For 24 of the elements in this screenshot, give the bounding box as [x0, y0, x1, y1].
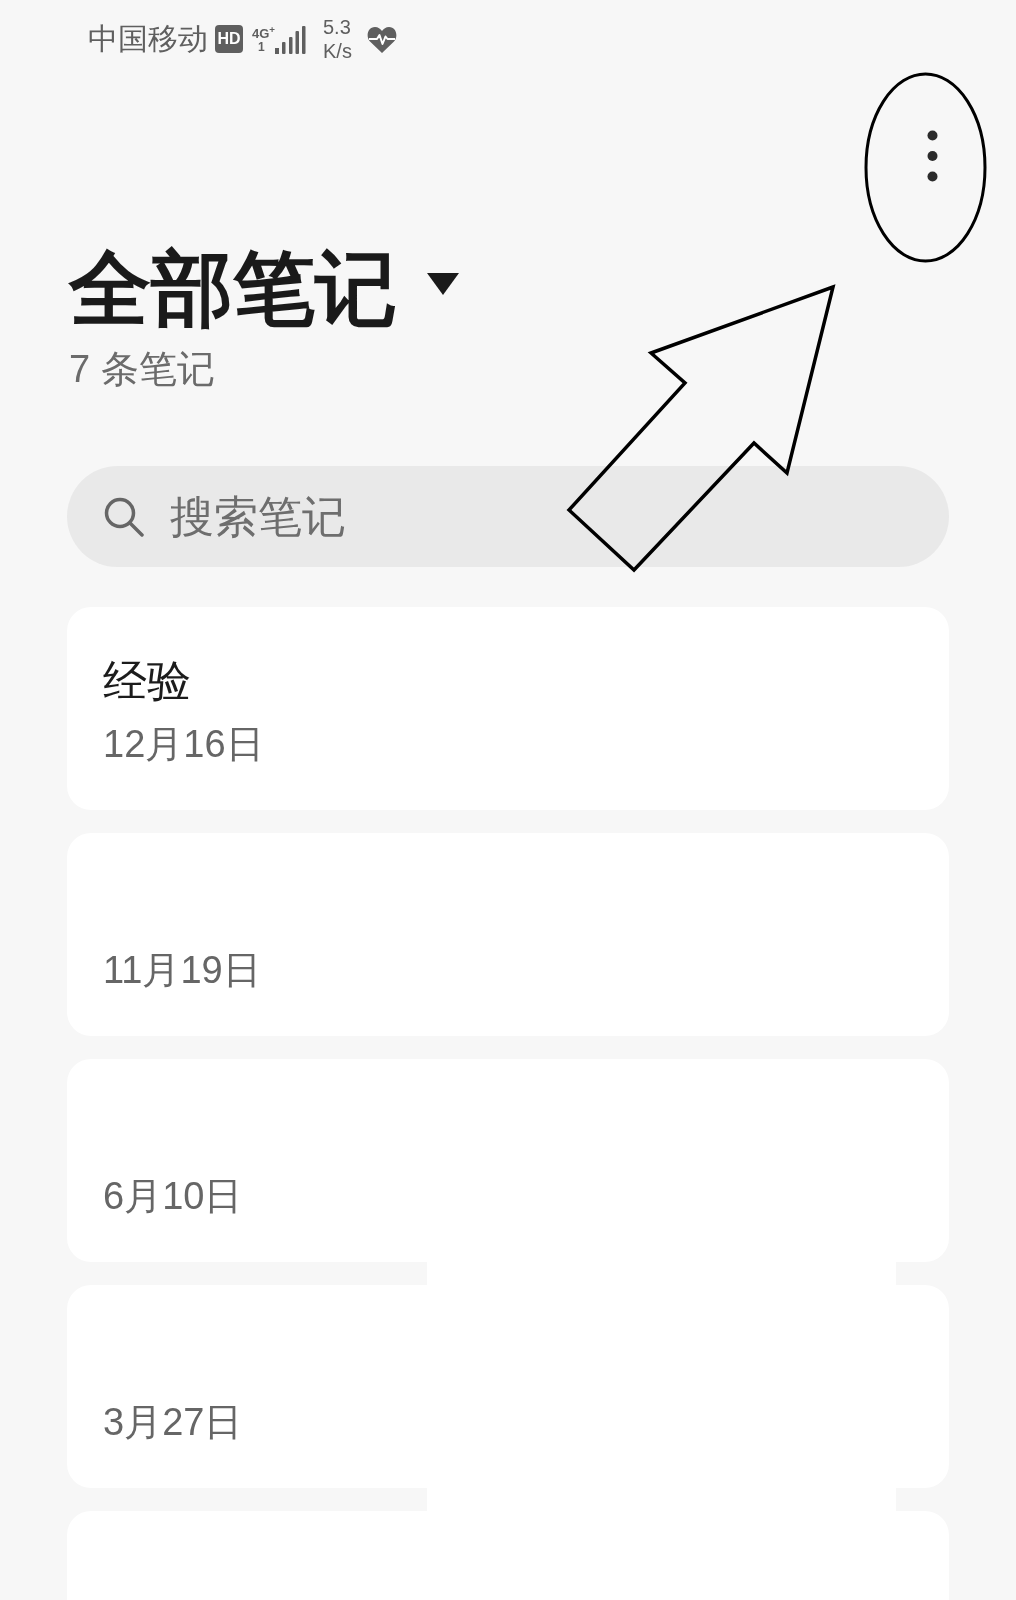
note-card[interactable]: 6月10日 — [67, 1059, 949, 1262]
hd-indicator: HD — [215, 25, 243, 53]
note-card[interactable]: 3月27日 — [67, 1285, 949, 1488]
note-date: 12月16日 — [103, 722, 264, 767]
note-date: 11月19日 — [103, 948, 261, 993]
note-card[interactable]: 经验 12月16日 — [67, 607, 949, 810]
note-card[interactable]: 11月19日 — [67, 833, 949, 1036]
note-date: 6月10日 — [103, 1174, 243, 1219]
more-icon — [926, 129, 938, 182]
folder-dropdown[interactable]: 全部笔记 — [69, 245, 459, 333]
sim-slot: 1 — [258, 41, 265, 54]
search-bar[interactable]: 搜索笔记 — [67, 466, 949, 567]
heart-pulse-icon — [366, 25, 397, 53]
network-type: 4G$^{+}$ — [252, 26, 276, 41]
note-date: 3月27日 — [103, 1400, 243, 1445]
caret-icon — [427, 273, 459, 295]
note-count: 7 条笔记 — [69, 348, 215, 390]
search-icon — [104, 496, 144, 537]
speed-value: 5.3 — [323, 15, 351, 39]
speed-unit: K/s — [323, 39, 352, 63]
search-input[interactable]: 搜索笔记 — [170, 488, 919, 545]
note-title: 经验 — [103, 655, 191, 707]
carrier-name: 中国移动 — [88, 21, 208, 57]
signal-icon — [275, 26, 306, 54]
